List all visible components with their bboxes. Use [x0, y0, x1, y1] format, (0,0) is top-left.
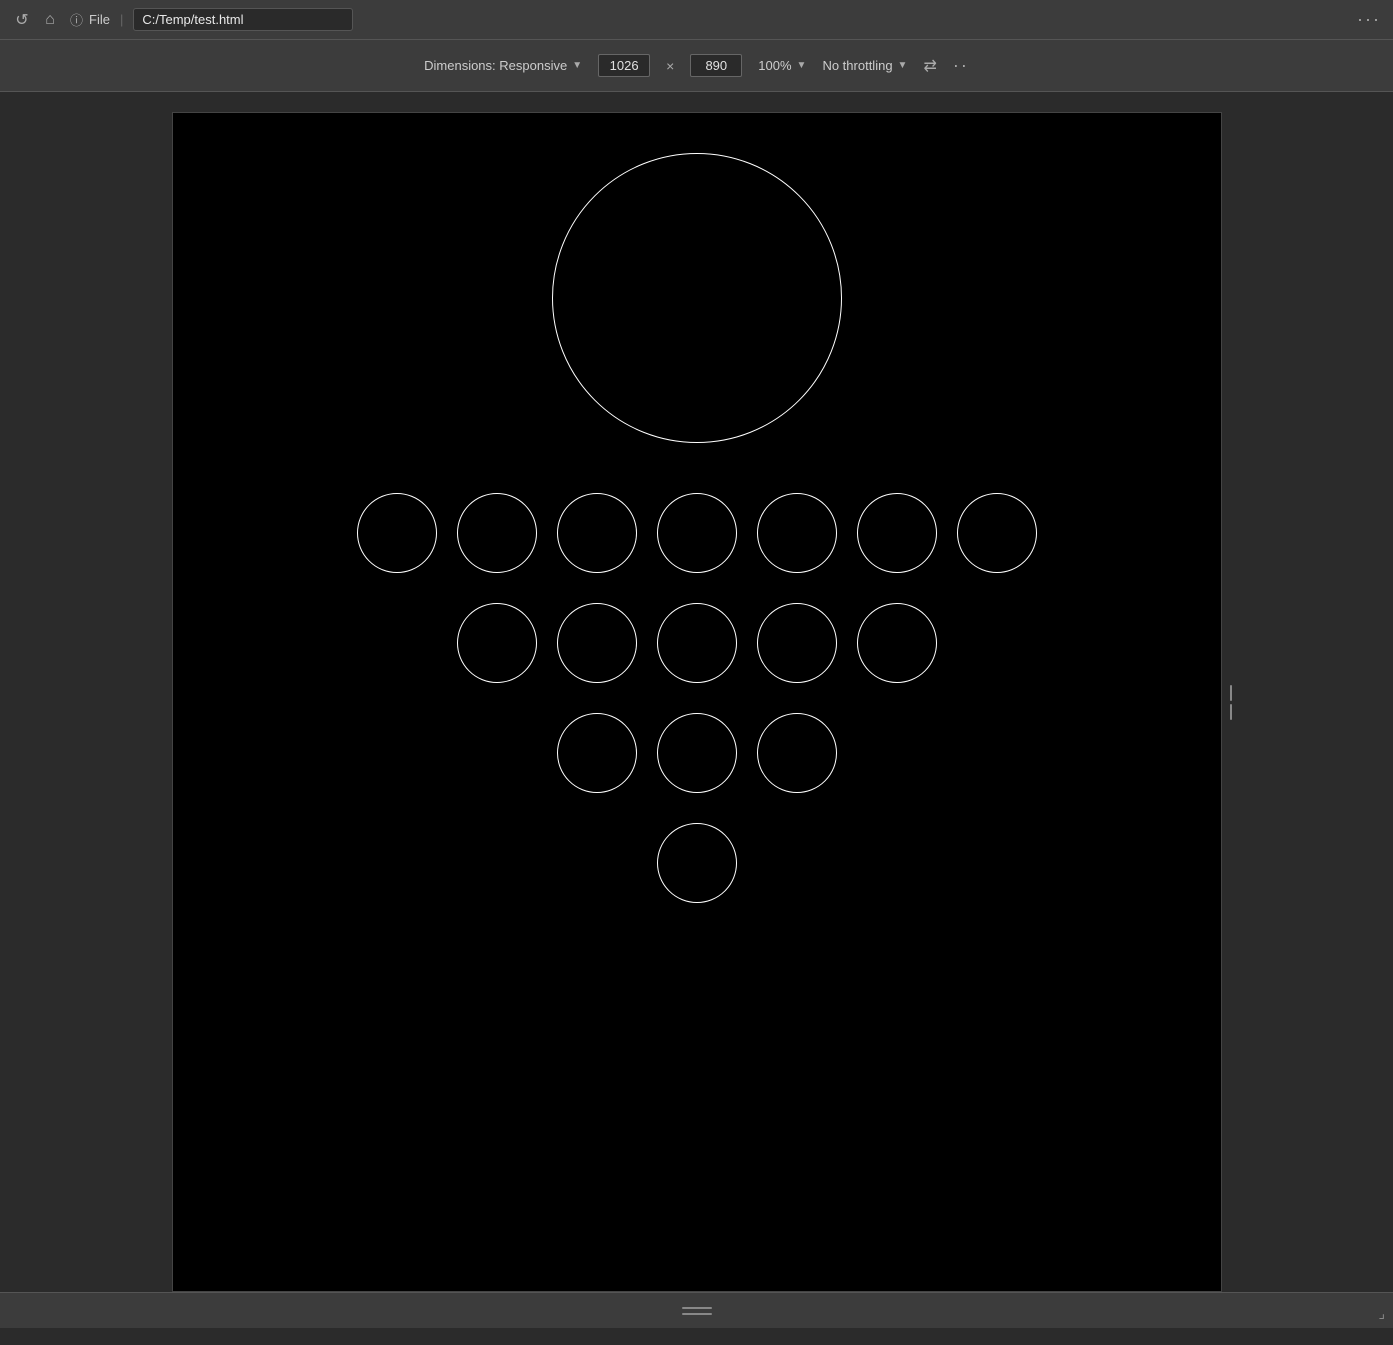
- throttle-label: No throttling: [822, 58, 892, 73]
- list-item: [857, 493, 937, 573]
- viewport-container: [0, 92, 1393, 1292]
- list-item: [757, 603, 837, 683]
- list-item: [457, 603, 537, 683]
- info-icon: ⓘ: [70, 10, 83, 29]
- circles-section: [357, 493, 1037, 903]
- separator: |: [120, 12, 123, 27]
- resize-handle-bar-2: [1230, 704, 1232, 720]
- large-circle-wrapper: [552, 153, 842, 443]
- devtools-toolbar: Dimensions: Responsive ▼ × 100% ▼ No thr…: [0, 40, 1393, 92]
- list-item: [457, 493, 537, 573]
- list-item: [357, 493, 437, 573]
- list-item: [657, 713, 737, 793]
- large-circle: [552, 153, 842, 443]
- height-input[interactable]: [690, 54, 742, 77]
- list-item: [757, 493, 837, 573]
- list-item: [557, 493, 637, 573]
- list-item: [957, 493, 1037, 573]
- reload-icon[interactable]: ↺: [12, 10, 32, 30]
- zoom-dropdown-arrow: ▼: [797, 60, 807, 71]
- zoom-dropdown[interactable]: 100% ▼: [758, 58, 806, 73]
- bottom-bar: ⌟: [0, 1292, 1393, 1328]
- list-item: [657, 603, 737, 683]
- throttle-dropdown[interactable]: No throttling ▼: [822, 58, 907, 73]
- address-bar-area: ⓘ File | C:/Temp/test.html: [70, 8, 1347, 31]
- list-item: [557, 603, 637, 683]
- rotate-icon[interactable]: ⇄: [923, 56, 936, 76]
- zoom-label: 100%: [758, 58, 791, 73]
- resize-handle-right[interactable]: [1225, 682, 1237, 722]
- dimensions-label: Dimensions: Responsive: [424, 58, 567, 73]
- throttle-dropdown-arrow: ▼: [898, 60, 908, 71]
- viewport-frame: [172, 112, 1222, 1292]
- resize-handle-bar-1: [1230, 685, 1232, 701]
- list-item: [657, 823, 737, 903]
- canvas-content: [173, 113, 1221, 1291]
- circle-row-1: [357, 493, 1037, 573]
- browser-nav-icons: ↺ ⌂: [12, 10, 60, 30]
- circle-row-2: [457, 603, 937, 683]
- resize-corner-icon[interactable]: ⌟: [1378, 1305, 1385, 1322]
- width-input[interactable]: [598, 54, 650, 77]
- bottom-drag-handle[interactable]: [682, 1307, 712, 1315]
- dimensions-dropdown-arrow: ▼: [572, 60, 582, 71]
- address-input[interactable]: C:/Temp/test.html: [133, 8, 353, 31]
- circle-row-4: [657, 823, 737, 903]
- circle-row-3: [557, 713, 837, 793]
- more-options-button[interactable]: ···: [1357, 9, 1381, 30]
- drag-bar-1: [682, 1307, 712, 1309]
- file-label: File: [89, 12, 110, 27]
- dimensions-dropdown[interactable]: Dimensions: Responsive ▼: [424, 58, 582, 73]
- browser-top-bar: ↺ ⌂ ⓘ File | C:/Temp/test.html ···: [0, 0, 1393, 40]
- list-item: [657, 493, 737, 573]
- toolbar-more-options[interactable]: ··: [953, 55, 969, 76]
- home-icon[interactable]: ⌂: [40, 11, 60, 29]
- drag-bar-2: [682, 1313, 712, 1315]
- times-symbol: ×: [666, 58, 674, 74]
- list-item: [557, 713, 637, 793]
- list-item: [757, 713, 837, 793]
- list-item: [857, 603, 937, 683]
